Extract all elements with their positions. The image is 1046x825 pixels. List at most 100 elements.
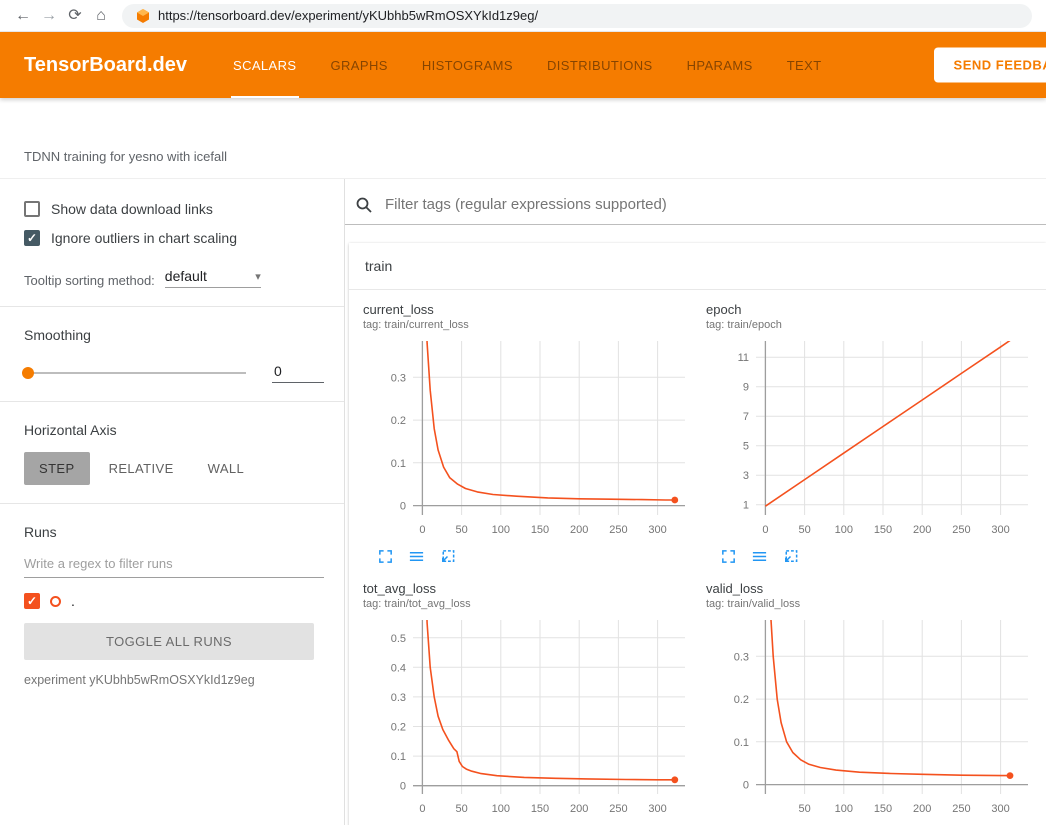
experiment-id-label: experiment yKUbhb5wRmOSXYkId1z9eg xyxy=(24,673,324,687)
svg-text:250: 250 xyxy=(952,803,970,815)
svg-text:0.4: 0.4 xyxy=(391,662,406,674)
chart-card: tot_avg_losstag: train/tot_avg_loss05010… xyxy=(363,581,706,825)
tab-histograms[interactable]: HISTOGRAMS xyxy=(422,32,513,98)
axis-step-button[interactable]: STEP xyxy=(24,452,90,485)
divider xyxy=(0,401,344,402)
chart-title: current_loss xyxy=(363,302,706,318)
chart-title: tot_avg_loss xyxy=(363,581,706,597)
tag-group-card: train current_losstag: train/current_los… xyxy=(349,243,1046,825)
svg-text:50: 50 xyxy=(798,524,810,536)
tab-scalars[interactable]: SCALARS xyxy=(233,32,297,98)
tooltip-sorting-dropdown[interactable]: default ▾ xyxy=(165,268,261,288)
smoothing-slider-thumb[interactable] xyxy=(22,367,34,379)
axis-relative-button[interactable]: RELATIVE xyxy=(94,452,189,485)
svg-text:300: 300 xyxy=(648,803,666,815)
tab-text[interactable]: TEXT xyxy=(787,32,822,98)
svg-text:150: 150 xyxy=(874,524,892,536)
svg-text:0.2: 0.2 xyxy=(734,694,749,706)
svg-text:0: 0 xyxy=(419,524,425,536)
home-icon[interactable]: ⌂ xyxy=(88,0,114,32)
tag-group-title[interactable]: train xyxy=(349,243,1046,290)
send-feedback-button[interactable]: SEND FEEDBACK xyxy=(934,48,1046,83)
chart-plot[interactable]: 0501001502002503001357911 xyxy=(706,335,1036,541)
chart-tag: tag: train/valid_loss xyxy=(706,598,1046,611)
svg-text:0.3: 0.3 xyxy=(734,651,749,663)
chart-card: current_losstag: train/current_loss05010… xyxy=(363,302,706,565)
forward-icon[interactable]: → xyxy=(36,0,62,32)
chart-toolbar xyxy=(706,548,1046,565)
back-icon[interactable]: ← xyxy=(10,0,36,32)
chart-title: valid_loss xyxy=(706,581,1046,597)
url-text[interactable]: https://tensorboard.dev/experiment/yKUbh… xyxy=(158,8,538,23)
chart-plot[interactable]: 5010015020025030000.10.20.3 xyxy=(706,614,1036,820)
svg-text:0.3: 0.3 xyxy=(391,372,406,384)
main-panel: train current_losstag: train/current_los… xyxy=(345,179,1046,825)
tooltip-sorting-row: Tooltip sorting method: default ▾ xyxy=(24,268,324,288)
browser-toolbar: ← → ⟳ ⌂ https://tensorboard.dev/experime… xyxy=(0,0,1046,32)
svg-text:300: 300 xyxy=(991,803,1009,815)
svg-text:0: 0 xyxy=(419,803,425,815)
experiment-description: TDNN training for yesno with icefall xyxy=(0,98,1046,178)
fit-to-data-icon[interactable] xyxy=(439,548,456,565)
tab-graphs[interactable]: GRAPHS xyxy=(331,32,388,98)
svg-text:11: 11 xyxy=(738,352,749,364)
smoothing-slider-row: 0 xyxy=(24,363,324,383)
tensorboard-logo[interactable]: TensorBoard.dev xyxy=(24,54,187,77)
fit-to-data-icon[interactable] xyxy=(782,548,799,565)
svg-text:300: 300 xyxy=(648,524,666,536)
horizontal-lines-icon[interactable] xyxy=(408,548,425,565)
svg-text:250: 250 xyxy=(609,524,627,536)
chart-card: valid_losstag: train/valid_loss501001502… xyxy=(706,581,1046,825)
svg-text:200: 200 xyxy=(913,524,931,536)
run-color-swatch xyxy=(50,596,61,607)
svg-text:200: 200 xyxy=(913,803,931,815)
svg-text:0.1: 0.1 xyxy=(391,751,406,763)
divider xyxy=(0,503,344,504)
svg-text:0.1: 0.1 xyxy=(391,458,406,470)
runs-filter-input[interactable] xyxy=(24,550,324,578)
svg-text:0.1: 0.1 xyxy=(734,737,749,749)
run-name: . xyxy=(71,593,75,609)
svg-text:250: 250 xyxy=(952,524,970,536)
tensorboard-favicon xyxy=(136,9,150,23)
svg-text:250: 250 xyxy=(609,803,627,815)
smoothing-value-input[interactable]: 0 xyxy=(272,363,324,383)
charts-grid: current_losstag: train/current_loss 0 50 10… xyxy=(349,290,1046,825)
divider xyxy=(0,306,344,307)
svg-text:200: 200 xyxy=(570,803,588,815)
horizontal-lines-icon[interactable] xyxy=(751,548,768,565)
ignore-outliers-checkbox[interactable]: ✓ xyxy=(24,230,40,246)
chart-title: epoch xyxy=(706,302,1046,318)
smoothing-slider[interactable] xyxy=(24,372,246,374)
svg-text:100: 100 xyxy=(492,803,510,815)
reload-icon[interactable]: ⟳ xyxy=(62,0,88,32)
svg-text:100: 100 xyxy=(492,524,510,536)
nav-tabs: SCALARS GRAPHS HISTOGRAMS DISTRIBUTIONS … xyxy=(233,32,822,98)
filter-tags-input[interactable] xyxy=(383,195,1046,214)
fullscreen-icon[interactable] xyxy=(377,548,394,565)
svg-text:200: 200 xyxy=(570,524,588,536)
toggle-all-runs-button[interactable]: TOGGLE ALL RUNS xyxy=(24,623,314,660)
search-icon xyxy=(355,196,373,214)
chart-plot[interactable]: 05010015020025030000.10.20.3 xyxy=(363,335,693,541)
svg-text:50: 50 xyxy=(798,803,810,815)
show-download-checkbox[interactable] xyxy=(24,201,40,217)
chart-plot[interactable]: 05010015020025030000.10.20.30.40.5 xyxy=(363,614,693,820)
workspace: Show data download links ✓ Ignore outlie… xyxy=(0,178,1046,825)
chart-tag: tag: train/current_loss xyxy=(363,319,706,332)
run-checkbox[interactable]: ✓ xyxy=(24,593,40,609)
tab-hparams[interactable]: HPARAMS xyxy=(687,32,753,98)
ignore-outliers-row: ✓ Ignore outliers in chart scaling xyxy=(24,230,324,246)
axis-wall-button[interactable]: WALL xyxy=(193,452,260,485)
svg-text:7: 7 xyxy=(743,411,749,423)
svg-text:0: 0 xyxy=(743,780,749,792)
svg-text:300: 300 xyxy=(991,524,1009,536)
tab-distributions[interactable]: DISTRIBUTIONS xyxy=(547,32,653,98)
svg-text:9: 9 xyxy=(743,382,749,394)
svg-text:150: 150 xyxy=(531,524,549,536)
app-header: TensorBoard.dev SCALARS GRAPHS HISTOGRAM… xyxy=(0,32,1046,98)
fullscreen-icon[interactable] xyxy=(720,548,737,565)
svg-text:100: 100 xyxy=(835,803,853,815)
address-bar[interactable]: https://tensorboard.dev/experiment/yKUbh… xyxy=(122,4,1032,28)
chart-tag: tag: train/tot_avg_loss xyxy=(363,598,706,611)
